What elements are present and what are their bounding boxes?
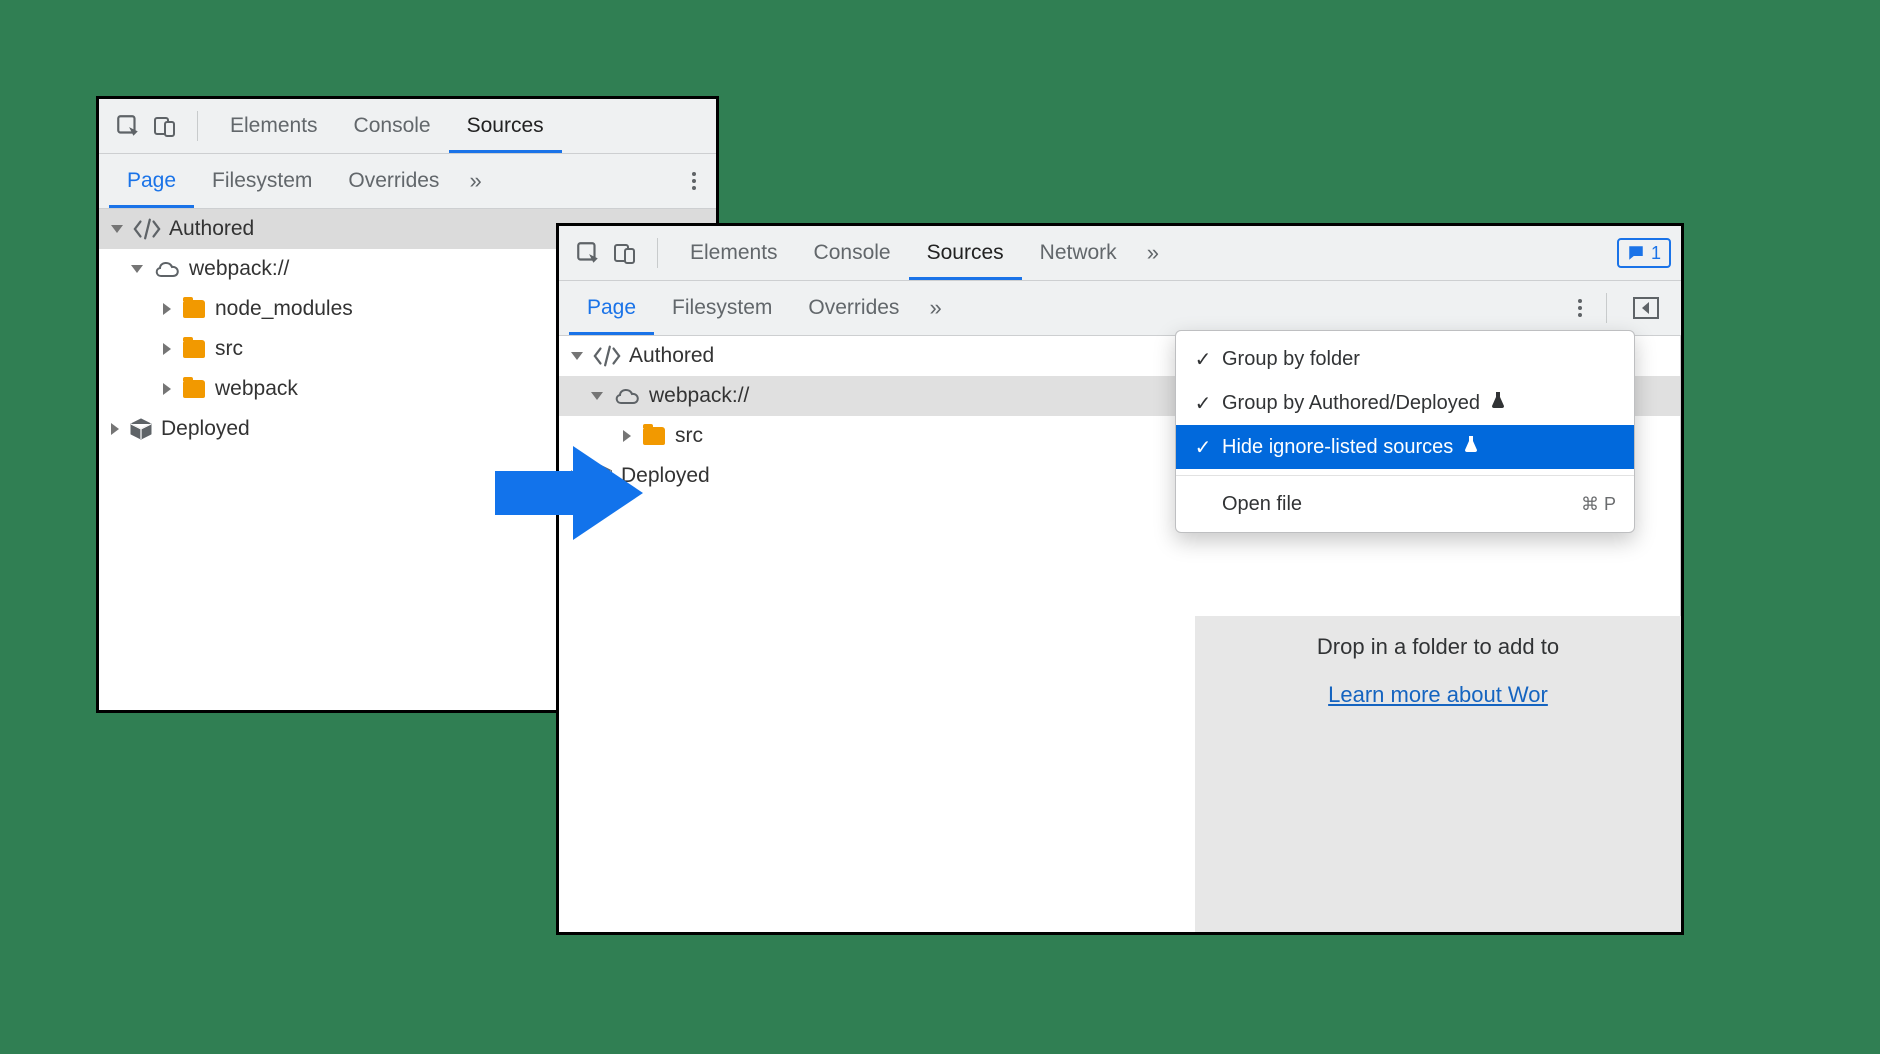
tree-label: Deployed xyxy=(161,417,250,441)
menu-hide-ignore-listed[interactable]: ✓ Hide ignore-listed sources xyxy=(1176,425,1634,469)
collapse-pane-icon[interactable] xyxy=(1621,297,1671,319)
main-toolbar: Elements Console Sources xyxy=(99,99,716,154)
issues-badge[interactable]: 1 xyxy=(1617,238,1671,268)
subtab-overrides[interactable]: Overrides xyxy=(330,154,457,208)
chevron-right-icon xyxy=(163,343,171,355)
main-toolbar: Elements Console Sources Network » 1 xyxy=(559,226,1681,281)
tab-sources[interactable]: Sources xyxy=(909,226,1022,280)
more-tabs-icon[interactable]: » xyxy=(457,168,493,194)
folder-icon xyxy=(183,380,205,398)
folder-icon xyxy=(183,340,205,358)
chevron-right-icon xyxy=(163,303,171,315)
hint-text: Drop in a folder to add to xyxy=(1213,634,1663,660)
menu-group-by-folder[interactable]: ✓ Group by folder xyxy=(1176,337,1634,381)
tab-network[interactable]: Network xyxy=(1022,226,1135,280)
tree-label: Authored xyxy=(169,217,254,241)
menu-label: Open file xyxy=(1222,493,1302,516)
code-icon xyxy=(133,218,161,240)
devtools-window-right: Elements Console Sources Network » 1 Pag… xyxy=(556,223,1684,935)
tab-console[interactable]: Console xyxy=(796,226,909,280)
menu-separator xyxy=(1176,475,1634,476)
tab-sources[interactable]: Sources xyxy=(449,99,562,153)
cloud-icon xyxy=(613,386,641,406)
chevron-down-icon xyxy=(571,352,583,360)
device-toggle-icon[interactable] xyxy=(147,113,183,139)
arrow-annotation xyxy=(495,438,645,538)
tree-label: src xyxy=(215,337,243,361)
check-icon: ✓ xyxy=(1194,391,1212,416)
subtab-filesystem[interactable]: Filesystem xyxy=(654,281,790,335)
more-menu-icon[interactable] xyxy=(1568,289,1592,327)
sub-toolbar: Page Filesystem Overrides » xyxy=(559,281,1681,336)
tree-label: webpack:// xyxy=(649,384,749,408)
chevron-down-icon xyxy=(591,392,603,400)
check-icon: ✓ xyxy=(1194,435,1212,460)
context-menu: ✓ Group by folder ✓ Group by Authored/De… xyxy=(1175,330,1635,533)
chevron-down-icon xyxy=(131,265,143,273)
tree-label: webpack xyxy=(215,377,298,401)
folder-icon xyxy=(183,300,205,318)
subtab-filesystem[interactable]: Filesystem xyxy=(194,154,330,208)
workspace-hint: Drop in a folder to add to Learn more ab… xyxy=(1195,616,1681,932)
tree-label: node_modules xyxy=(215,297,353,321)
menu-open-file[interactable]: Open file ⌘ P xyxy=(1176,482,1634,526)
inspect-icon[interactable] xyxy=(569,240,607,266)
flask-icon xyxy=(1490,391,1506,415)
chevron-right-icon xyxy=(111,423,119,435)
menu-label: Group by folder xyxy=(1222,348,1360,371)
subtab-overrides[interactable]: Overrides xyxy=(790,281,917,335)
learn-more-link[interactable]: Learn more about Wor xyxy=(1328,682,1548,707)
menu-group-by-authored-deployed[interactable]: ✓ Group by Authored/Deployed xyxy=(1176,381,1634,425)
subtab-page[interactable]: Page xyxy=(109,154,194,208)
chevron-right-icon xyxy=(163,383,171,395)
more-tabs-icon[interactable]: » xyxy=(917,295,953,321)
separator xyxy=(197,111,198,141)
device-toggle-icon[interactable] xyxy=(607,240,643,266)
tree-label: src xyxy=(675,424,703,448)
separator xyxy=(657,238,658,268)
menu-label: Group by Authored/Deployed xyxy=(1222,392,1480,415)
issues-count: 1 xyxy=(1651,243,1661,264)
check-icon: ✓ xyxy=(1194,347,1212,372)
package-icon xyxy=(129,417,153,441)
code-icon xyxy=(593,345,621,367)
subtab-page[interactable]: Page xyxy=(569,281,654,335)
more-tabs-icon[interactable]: » xyxy=(1135,240,1171,266)
menu-label: Hide ignore-listed sources xyxy=(1222,436,1453,459)
sub-toolbar: Page Filesystem Overrides » xyxy=(99,154,716,209)
chevron-down-icon xyxy=(111,225,123,233)
folder-icon xyxy=(643,427,665,445)
flask-icon xyxy=(1463,435,1479,459)
separator xyxy=(1606,293,1607,323)
cloud-icon xyxy=(153,259,181,279)
tree-label: webpack:// xyxy=(189,257,289,281)
tab-console[interactable]: Console xyxy=(336,99,449,153)
inspect-icon[interactable] xyxy=(109,113,147,139)
tab-elements[interactable]: Elements xyxy=(212,99,336,153)
menu-shortcut: ⌘ P xyxy=(1581,494,1616,515)
tab-elements[interactable]: Elements xyxy=(672,226,796,280)
more-menu-icon[interactable] xyxy=(682,162,706,200)
tree-label: Authored xyxy=(629,344,714,368)
